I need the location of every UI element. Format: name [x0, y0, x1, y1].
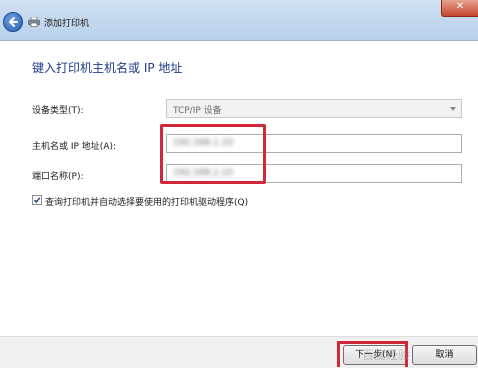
highlight-box: [160, 124, 266, 184]
cancel-button[interactable]: 取消: [412, 345, 477, 365]
port-name-label: 端口名称(P):: [32, 172, 84, 182]
device-type-value: TCP/IP 设备: [173, 106, 222, 116]
query-driver-label: 查询打印机并自动选择要使用的打印机驱动程序(Q): [45, 198, 249, 208]
hostname-label: 主机名或 IP 地址(A):: [32, 142, 117, 152]
printer-icon: [28, 17, 40, 27]
page-heading: 键入打印机主机名或 IP 地址: [32, 61, 183, 75]
watermark: 百度经验: [362, 348, 411, 362]
device-type-label: 设备类型(T):: [32, 106, 84, 116]
title-bar: 添加打印机 ✕: [0, 0, 478, 41]
checkmark-icon: [33, 197, 41, 204]
device-type-select[interactable]: TCP/IP 设备: [166, 99, 462, 118]
chevron-down-icon: [450, 107, 456, 111]
window-title: 添加打印机: [44, 19, 90, 29]
query-driver-checkbox[interactable]: [32, 195, 42, 205]
close-icon: ✕: [455, 1, 465, 12]
back-button[interactable]: [3, 12, 23, 32]
close-button[interactable]: ✕: [441, 0, 478, 17]
back-arrow-icon: [9, 17, 18, 27]
